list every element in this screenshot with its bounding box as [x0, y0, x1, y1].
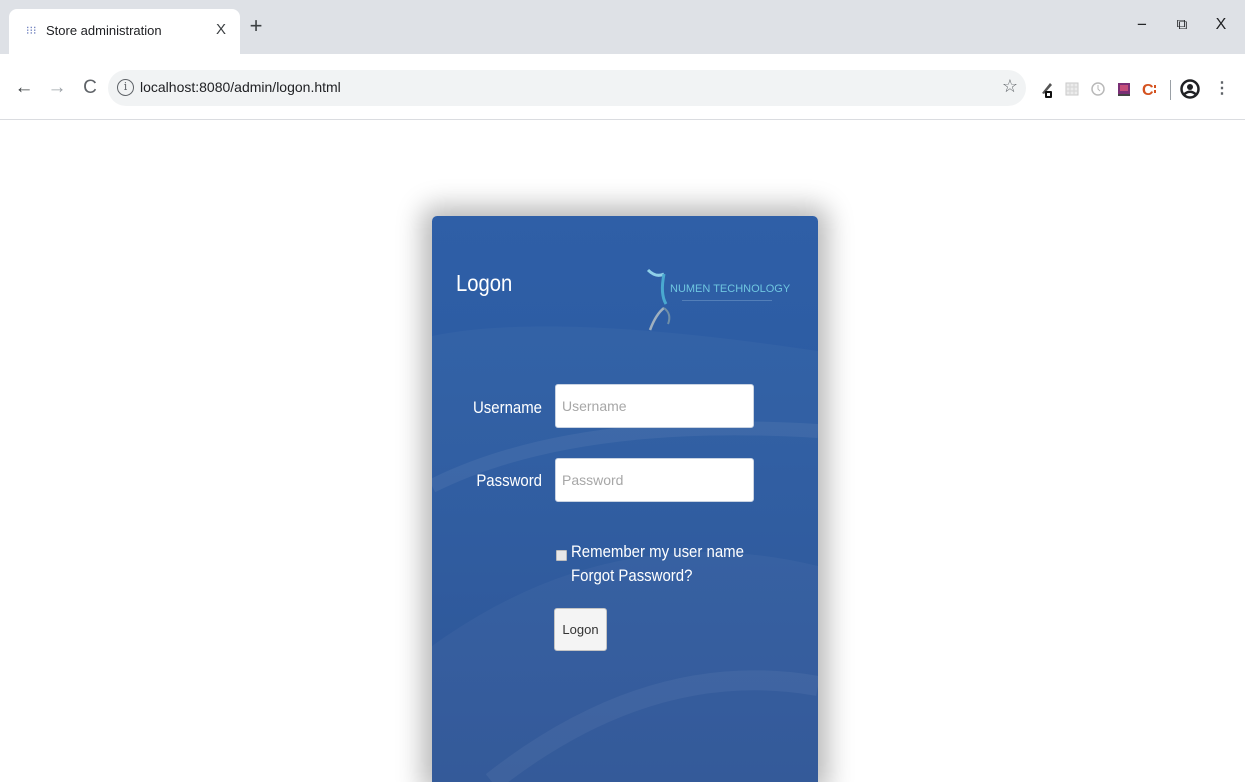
logon-button[interactable]: Logon: [554, 608, 607, 651]
browser-tab-strip: ⁝⁝⁝ Store administration X + − ⧉ X: [0, 0, 1245, 54]
toolbar-separator: [1170, 80, 1171, 100]
remember-label[interactable]: Remember my user name: [571, 542, 744, 562]
browser-tab[interactable]: ⁝⁝⁝ Store administration X: [9, 9, 240, 54]
grid-extension-icon[interactable]: [1064, 80, 1080, 98]
logon-panel: Logon NUMEN TECHNOLOGY —————————————————…: [432, 216, 818, 782]
url-text[interactable]: localhost:8080/admin/logon.html: [140, 79, 341, 95]
remember-checkbox[interactable]: [556, 550, 567, 561]
forward-arrow-icon[interactable]: →: [47, 77, 67, 99]
site-favicon-icon: ⁝⁝⁝: [26, 24, 37, 37]
tab-close-icon[interactable]: X: [213, 21, 229, 39]
code-extension-icon[interactable]: C: [1142, 80, 1158, 98]
eyedropper-extension-icon[interactable]: [1039, 80, 1055, 98]
bookmark-star-icon[interactable]: ☆: [1002, 76, 1018, 97]
brand-tagline-line: ——————————————————: [682, 298, 772, 304]
logon-title: Logon: [456, 270, 513, 296]
tab-title: Store administration: [46, 23, 162, 38]
site-info-icon[interactable]: i: [117, 79, 134, 96]
screen-capture-extension-icon[interactable]: [1116, 80, 1132, 98]
new-tab-button[interactable]: +: [246, 15, 266, 37]
password-label: Password: [476, 471, 542, 490]
brand-mark-icon: [646, 268, 671, 331]
profile-avatar-icon[interactable]: [1180, 79, 1200, 99]
brand-logo: NUMEN TECHNOLOGY ——————————————————: [642, 264, 810, 336]
forgot-password-link[interactable]: Forgot Password?: [571, 566, 692, 586]
window-restore-button[interactable]: ⧉: [1170, 14, 1194, 38]
browser-menu-icon[interactable]: ⋮: [1214, 78, 1230, 100]
username-field[interactable]: [555, 384, 754, 428]
reload-icon[interactable]: C: [80, 77, 100, 99]
clock-extension-icon[interactable]: [1090, 80, 1106, 98]
window-close-button[interactable]: X: [1209, 14, 1233, 38]
username-label: Username: [472, 398, 542, 417]
password-field[interactable]: [555, 458, 754, 502]
browser-toolbar: ← → C i localhost:8080/admin/logon.html …: [0, 54, 1245, 120]
brand-name: NUMEN TECHNOLOGY: [670, 283, 791, 295]
address-bar[interactable]: i localhost:8080/admin/logon.html ☆: [108, 70, 1026, 106]
back-arrow-icon[interactable]: ←: [14, 77, 34, 99]
window-minimize-button[interactable]: −: [1130, 14, 1154, 38]
svg-text:C: C: [1142, 82, 1154, 98]
